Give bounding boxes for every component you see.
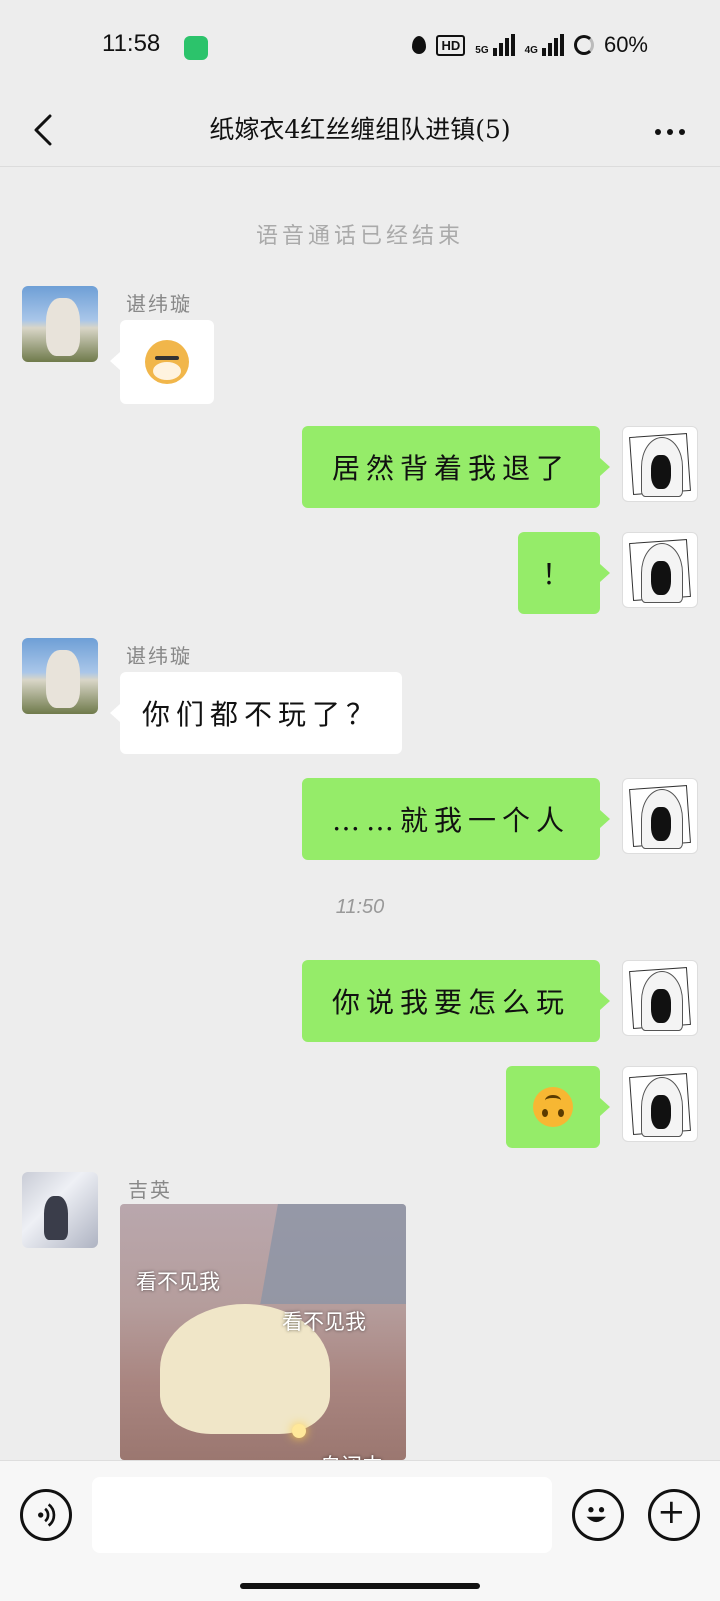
avatar[interactable]	[622, 532, 698, 608]
plus-icon[interactable]	[648, 1489, 700, 1541]
message-bubble[interactable]: ……就我一个人	[302, 778, 610, 860]
chat-header: 纸嫁衣4红丝缠组队进镇(5)	[0, 96, 720, 167]
battery-icon	[573, 35, 594, 55]
avatar[interactable]	[622, 426, 698, 502]
app-notification-icon	[184, 36, 208, 60]
time-divider: 11:50	[335, 896, 385, 918]
image-caption: 自闭中	[320, 1450, 383, 1460]
call-ended-notice: 语音通话已经结束	[255, 224, 464, 249]
sender-name: 吉英	[128, 1178, 172, 1202]
emoji-message[interactable]	[506, 1066, 610, 1148]
message-bubble[interactable]: 你说我要怎么玩	[302, 960, 610, 1042]
hd-voice-icon: HD	[436, 34, 466, 56]
message-input[interactable]	[92, 1477, 552, 1553]
avatar[interactable]	[622, 960, 698, 1036]
status-time: 11:58	[102, 30, 161, 57]
avatar[interactable]	[22, 1172, 98, 1248]
signal-5g-icon: 5G	[475, 34, 515, 56]
voice-icon[interactable]	[20, 1489, 72, 1541]
doge-sticker-icon	[145, 340, 189, 384]
input-bar	[0, 1460, 720, 1601]
avatar[interactable]	[22, 638, 98, 714]
battery-percent: 60%	[603, 32, 648, 57]
avatar[interactable]	[622, 778, 698, 854]
message-bubble[interactable]: 居然背着我退了	[302, 426, 610, 508]
more-options-icon[interactable]	[650, 112, 690, 152]
sender-name: 谌纬璇	[126, 292, 192, 316]
sender-name: 谌纬璇	[126, 644, 192, 668]
upside-down-face-icon	[533, 1087, 573, 1127]
status-bar: 11:58 HD 5G 4G 60%	[0, 0, 720, 96]
chat-title: 纸嫁衣4红丝缠组队进镇(5)	[209, 115, 511, 144]
emoji-icon[interactable]	[572, 1489, 624, 1541]
data-saver-icon	[412, 36, 427, 54]
image-caption: 看不见我	[282, 1310, 366, 1334]
message-bubble[interactable]: 你们都不玩了？	[110, 672, 402, 754]
avatar[interactable]	[22, 286, 98, 362]
home-indicator[interactable]	[240, 1583, 480, 1589]
signal-4g-icon: 4G	[525, 34, 564, 56]
image-caption: 看不见我	[136, 1270, 220, 1294]
sticker-message[interactable]	[110, 320, 214, 404]
avatar[interactable]	[622, 1066, 698, 1142]
message-bubble[interactable]: ！	[518, 532, 610, 614]
status-indicators: HD 5G 4G 60%	[412, 32, 648, 58]
image-message[interactable]: 看不见我 看不见我 自闭中	[120, 1204, 406, 1460]
